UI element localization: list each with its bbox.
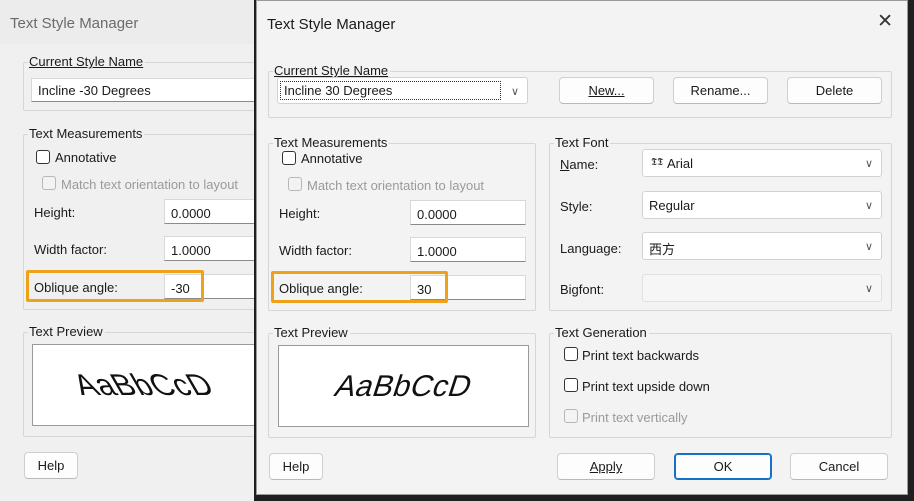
font-style-select[interactable]: Regular ∨ <box>642 191 882 219</box>
rename-style-button[interactable]: Rename... <box>673 77 768 104</box>
width-factor-field[interactable]: 1.0000 <box>164 236 254 261</box>
language-value: 西方 <box>649 242 676 257</box>
oblique-angle-highlight <box>271 271 448 303</box>
match-orientation-checkbox[interactable] <box>42 176 56 190</box>
apply-button[interactable]: Apply <box>557 453 655 480</box>
title-bar: Text Style Manager <box>0 0 254 44</box>
font-name-label: Name: <box>560 157 599 172</box>
width-factor-label: Width factor: <box>34 242 107 257</box>
match-orientation-label: Match text orientation to layout <box>307 178 485 193</box>
annotative-label: Annotative <box>301 151 363 166</box>
height-label: Height: <box>279 206 321 221</box>
text-preview-legend: Text Preview <box>29 324 103 339</box>
print-backwards-checkbox[interactable] <box>564 347 578 361</box>
preview-sample-text: AaBbCcD <box>330 370 477 403</box>
current-style-name-field[interactable]: Incline -30 Degrees <box>31 78 254 102</box>
print-backwards-label: Print text backwards <box>582 348 700 363</box>
print-vertically-label: Print text vertically <box>582 410 688 425</box>
text-font-legend: Text Font <box>555 135 609 150</box>
match-orientation-checkbox[interactable] <box>288 177 302 191</box>
text-generation-legend: Text Generation <box>555 325 647 340</box>
annotative-checkbox[interactable] <box>36 150 50 164</box>
text-preview-legend: Text Preview <box>274 325 348 340</box>
chevron-down-icon: ∨ <box>510 86 519 98</box>
text-measurements-legend: Text Measurements <box>274 135 388 150</box>
annotative-checkbox[interactable] <box>282 151 296 165</box>
title-bar: Text Style Manager ✕ <box>257 1 907 45</box>
current-style-legend: Current Style Name <box>29 54 144 69</box>
bigfont-select[interactable]: ∨ <box>642 274 882 302</box>
chevron-down-icon: ∨ <box>864 158 873 170</box>
cancel-button[interactable]: Cancel <box>790 453 888 480</box>
width-factor-label: Width factor: <box>279 243 352 258</box>
print-upside-down-label: Print text upside down <box>582 379 710 394</box>
text-preview-box: AaBbCcD <box>32 344 254 426</box>
chevron-down-icon: ∨ <box>864 283 873 295</box>
ok-button[interactable]: OK <box>674 453 772 480</box>
match-orientation-label: Match text orientation to layout <box>61 177 239 192</box>
help-button[interactable]: Help <box>24 452 78 479</box>
font-name-select[interactable]: 𝕿𝕿 Arial ∨ <box>642 149 882 177</box>
language-select[interactable]: 西方 ∨ <box>642 232 882 260</box>
text-style-manager-dialog: Text Style Manager ✕ Current Style Name … <box>256 0 908 495</box>
height-field[interactable]: 0.0000 <box>410 200 526 225</box>
delete-style-button[interactable]: Delete <box>787 77 882 104</box>
dialog-title: Text Style Manager <box>10 15 139 32</box>
preview-sample-text: AaBbCcD <box>66 369 221 402</box>
truetype-font-icon: 𝕿𝕿 <box>651 157 664 168</box>
language-label: Language: <box>560 241 622 256</box>
text-style-manager-dialog-background: Text Style Manager Current Style Name In… <box>0 0 254 501</box>
oblique-angle-highlight <box>26 270 204 302</box>
font-style-label: Style: <box>560 199 593 214</box>
current-style-value: Incline 30 Degrees <box>284 83 393 98</box>
text-preview-box: AaBbCcD <box>278 345 529 427</box>
current-style-legend: Current Style Name <box>274 63 389 78</box>
new-style-button[interactable]: New... <box>559 77 654 104</box>
height-field[interactable]: 0.0000 <box>164 199 254 224</box>
text-measurements-legend: Text Measurements <box>29 126 143 141</box>
width-factor-field[interactable]: 1.0000 <box>410 237 526 262</box>
font-style-value: Regular <box>649 198 695 213</box>
chevron-down-icon: ∨ <box>864 241 873 253</box>
bigfont-label: Bigfont: <box>560 282 605 297</box>
dialog-title: Text Style Manager <box>267 16 396 33</box>
print-vertically-checkbox[interactable] <box>564 409 578 423</box>
annotative-label: Annotative <box>55 150 117 165</box>
help-button[interactable]: Help <box>269 453 323 480</box>
height-label: Height: <box>34 205 76 220</box>
close-icon[interactable]: ✕ <box>877 12 893 32</box>
chevron-down-icon: ∨ <box>864 200 873 212</box>
print-upside-down-checkbox[interactable] <box>564 378 578 392</box>
current-style-select[interactable]: Incline 30 Degrees ∨ <box>277 77 528 104</box>
